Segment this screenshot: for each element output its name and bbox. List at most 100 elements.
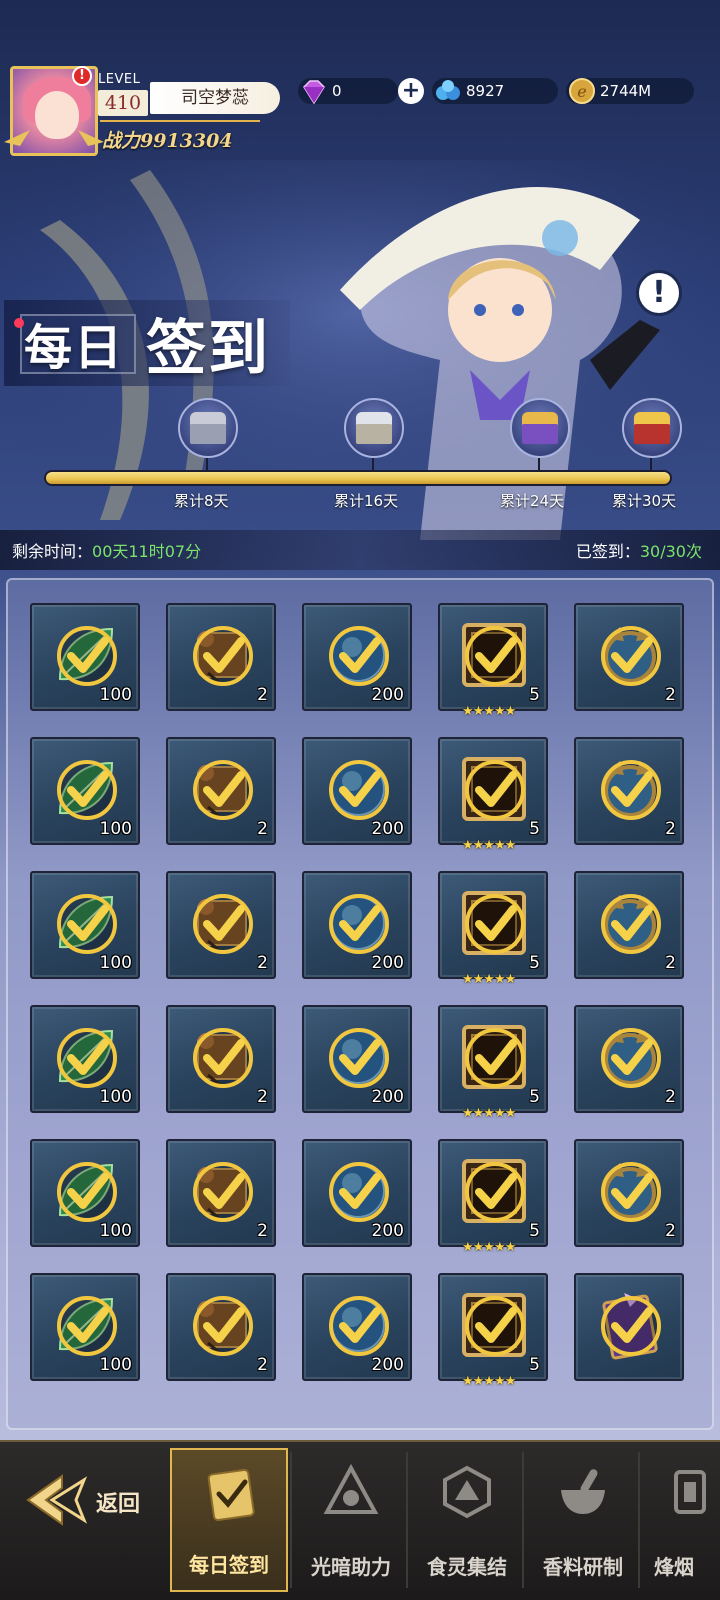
milestone-label-3: 累计24天: [500, 492, 565, 510]
page-title-part-1: 每日: [24, 320, 125, 376]
reward-quantity: 5: [529, 1355, 540, 1375]
back-arrow-icon: [26, 1474, 88, 1526]
reward-stars: ★★★★★: [462, 838, 516, 853]
coin-count: 2744M: [600, 82, 652, 100]
reward-quantity: 5: [529, 685, 540, 705]
reward-cell[interactable]: 100: [30, 1273, 140, 1381]
info-button[interactable]: !: [636, 270, 682, 316]
reward-cell[interactable]: 2: [574, 737, 684, 845]
signed-count-label: 已签到：: [575, 542, 640, 561]
reward-cell[interactable]: 5 ★★★★★: [438, 1139, 548, 1255]
reward-cell[interactable]: 200: [302, 1273, 412, 1381]
claimed-check-icon: [57, 894, 117, 954]
claimed-check-icon: [465, 760, 525, 820]
mortar-icon: [561, 1469, 605, 1514]
reward-quantity: 2: [257, 953, 268, 973]
reward-stars: ★★★★★: [462, 1106, 516, 1121]
milestone-chest-1[interactable]: [176, 396, 240, 470]
reward-cell[interactable]: 5 ★★★★★: [438, 1005, 548, 1121]
tab-spice-research[interactable]: 香料研制: [524, 1448, 642, 1592]
page-title-part-2: 签到: [146, 314, 270, 384]
claimed-check-icon: [329, 760, 389, 820]
reward-quantity: 2: [665, 1087, 676, 1107]
reward-stars: ★★★★★: [462, 1240, 516, 1255]
claimed-check-icon: [57, 760, 117, 820]
reward-cell[interactable]: 5 ★★★★★: [438, 1273, 548, 1389]
avatar-wing-icon: [4, 130, 104, 146]
reward-quantity: 100: [99, 1087, 132, 1107]
combat-power: 战力9913304: [102, 130, 233, 152]
tab-light-dark-assist[interactable]: 光暗助力: [292, 1448, 410, 1592]
milestone-chest-3[interactable]: [508, 396, 572, 470]
svg-text:e: e: [577, 82, 586, 101]
reward-quantity: 2: [665, 685, 676, 705]
reward-quantity: 200: [371, 1355, 404, 1375]
reward-cell[interactable]: 5 ★★★★★: [438, 871, 548, 987]
claimed-check-icon: [465, 1028, 525, 1088]
signed-count-value: 30/30次: [639, 542, 702, 561]
reward-cell[interactable]: 100: [30, 737, 140, 845]
reward-cell[interactable]: 200: [302, 603, 412, 711]
tab-label: 食灵集结: [427, 1555, 507, 1579]
claimed-check-icon: [193, 1028, 253, 1088]
chest-body: [190, 424, 226, 444]
milestone-label-4: 累计30天: [612, 492, 677, 510]
claimed-check-icon: [465, 1162, 525, 1222]
reward-cell[interactable]: 100: [30, 603, 140, 711]
claimed-check-icon: [193, 1296, 253, 1356]
tab-spirit-gathering[interactable]: 食灵集结: [408, 1448, 526, 1592]
claimed-check-icon: [601, 1296, 661, 1356]
top-hud: ! LEVEL 410 司空梦蕊 战力9913304 0 + 8927 e 27…: [0, 0, 720, 160]
reward-cell[interactable]: 2: [574, 871, 684, 979]
reward-cell[interactable]: 2: [574, 1005, 684, 1113]
tab-beacon[interactable]: 烽烟: [640, 1448, 720, 1592]
reward-quantity: 2: [665, 1221, 676, 1241]
reward-quantity: 2: [257, 1355, 268, 1375]
milestone-chest-4[interactable]: [620, 396, 684, 470]
crystal-counter: 8927: [432, 78, 558, 104]
back-button[interactable]: 返回: [22, 1470, 162, 1530]
reward-cell[interactable]: 2: [166, 1273, 276, 1381]
reward-cell[interactable]: 200: [302, 1005, 412, 1113]
chest-body: [522, 424, 558, 444]
reward-cell[interactable]: 100: [30, 1139, 140, 1247]
milestone-chest-2[interactable]: [342, 396, 406, 470]
reward-cell[interactable]: 100: [30, 871, 140, 979]
reward-quantity: 100: [99, 685, 132, 705]
reward-cell[interactable]: 2: [574, 1139, 684, 1247]
triangle-emblem-icon: [323, 1463, 379, 1514]
tab-daily-checkin[interactable]: 每日签到: [170, 1448, 288, 1592]
reward-quantity: 100: [99, 819, 132, 839]
reward-quantity: 2: [257, 685, 268, 705]
reward-cell[interactable]: 2: [166, 603, 276, 711]
reward-cell[interactable]: 100: [30, 1005, 140, 1113]
reward-cell[interactable]: 200: [302, 1139, 412, 1247]
cumulative-progress-bar: [44, 470, 672, 486]
claimed-check-icon: [465, 1296, 525, 1356]
reward-cell[interactable]: 2: [166, 1139, 276, 1247]
reward-quantity: 5: [529, 953, 540, 973]
reward-quantity: 2: [665, 953, 676, 973]
claimed-check-icon: [193, 626, 253, 686]
reward-quantity: 200: [371, 1221, 404, 1241]
reward-cell[interactable]: 2: [166, 871, 276, 979]
lantern-icon: [674, 1470, 706, 1514]
reward-cell[interactable]: 200: [302, 871, 412, 979]
reward-grid: 100 2 200 5 ★★★★★ 2 100 2 200 5 ★★★★★ 2 100 2 200 5 ★★★★…: [30, 603, 690, 1389]
reward-cell[interactable]: 2: [166, 737, 276, 845]
add-gems-button[interactable]: +: [398, 78, 424, 104]
claimed-check-icon: [329, 626, 389, 686]
reward-cell[interactable]: 2: [166, 1005, 276, 1113]
reward-cell[interactable]: [574, 1273, 684, 1381]
reward-stars: ★★★★★: [462, 704, 516, 719]
reward-quantity: 2: [257, 1087, 268, 1107]
claimed-check-icon: [465, 626, 525, 686]
chest-body: [356, 424, 392, 444]
reward-cell[interactable]: 5 ★★★★★: [438, 737, 548, 853]
claimed-check-icon: [465, 894, 525, 954]
reward-cell[interactable]: 2: [574, 603, 684, 711]
reward-cell[interactable]: 5 ★★★★★: [438, 603, 548, 719]
claimed-check-icon: [193, 760, 253, 820]
reward-cell[interactable]: 200: [302, 737, 412, 845]
crystal-count: 8927: [466, 82, 505, 100]
